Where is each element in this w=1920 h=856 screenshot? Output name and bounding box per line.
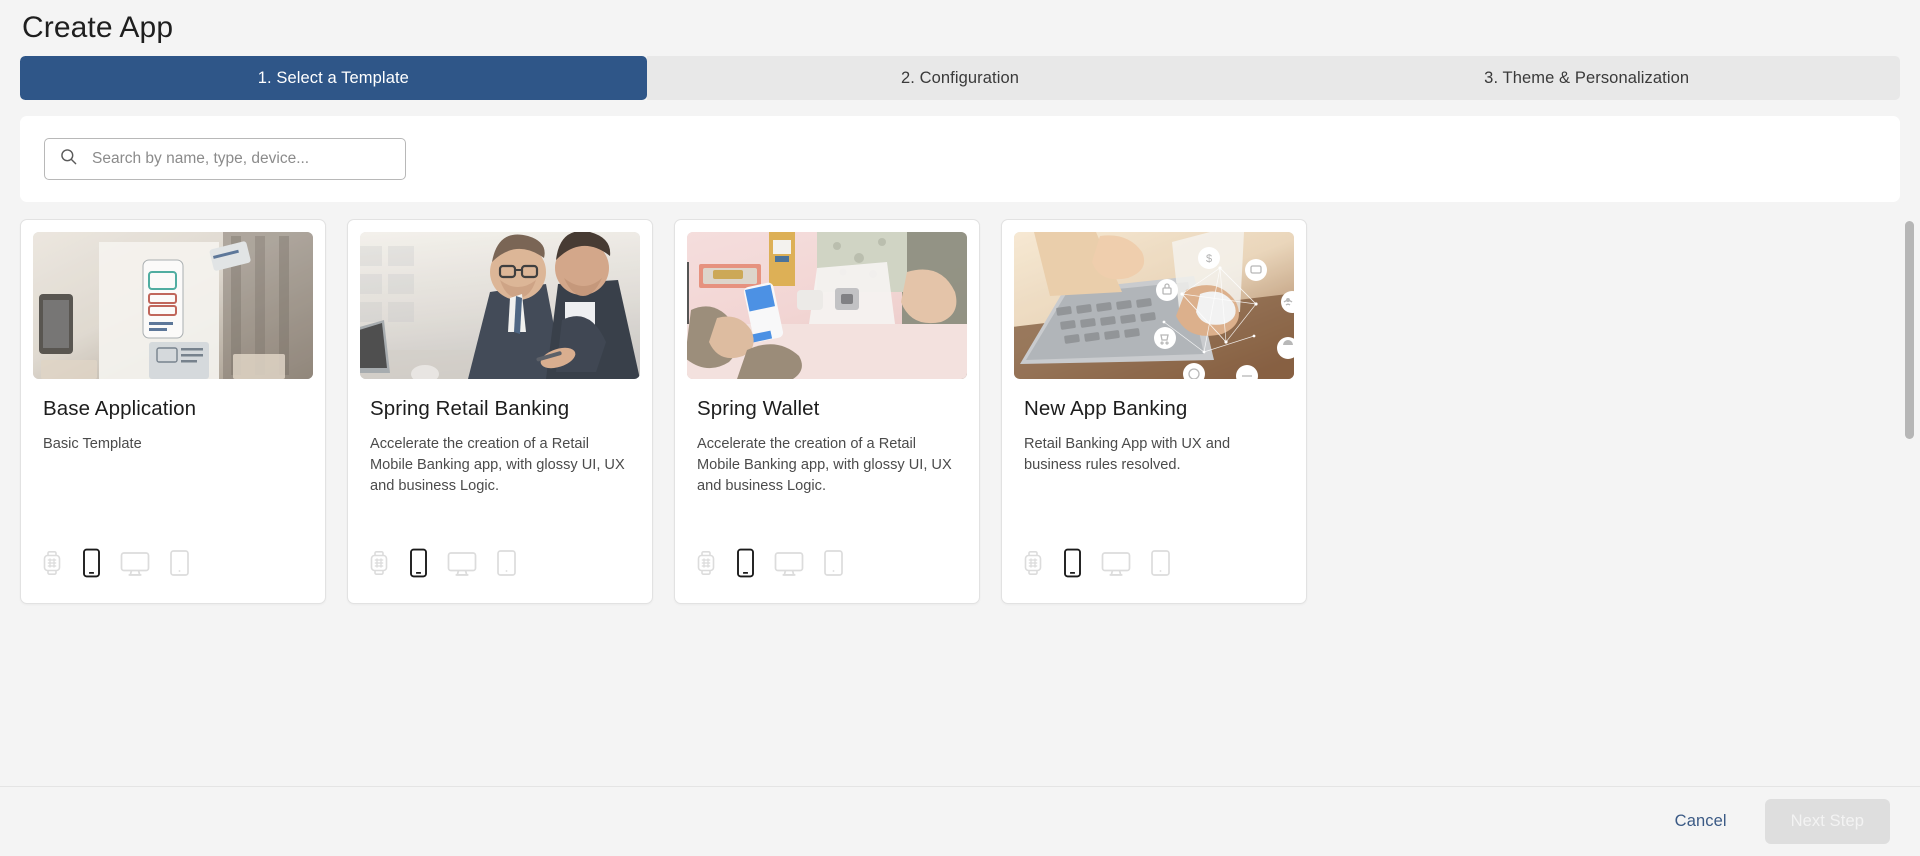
tab-label: 2. Configuration xyxy=(900,68,1020,87)
wizard-footer: Cancel Next Step xyxy=(0,786,1920,856)
smartwatch-icon xyxy=(41,550,63,581)
search-input[interactable] xyxy=(90,149,395,169)
template-device-list xyxy=(687,548,967,603)
smartwatch-icon xyxy=(1022,550,1044,581)
tab-label: 3. Theme & Personalization xyxy=(1484,68,1690,87)
desktop-icon xyxy=(120,550,150,582)
tab-label: 1. Select a Template xyxy=(257,68,409,87)
template-thumbnail xyxy=(687,232,967,379)
template-card-body: Base Application Basic Template xyxy=(33,379,313,548)
page-title: Create App xyxy=(22,11,174,44)
phone-icon xyxy=(1063,548,1082,583)
template-title: Spring Retail Banking xyxy=(370,397,570,420)
template-thumbnail xyxy=(360,232,640,379)
template-thumbnail xyxy=(33,232,313,379)
template-device-list xyxy=(360,548,640,603)
search-box[interactable] xyxy=(44,138,406,180)
desktop-icon xyxy=(774,550,804,582)
desktop-icon xyxy=(1101,550,1131,582)
phone-icon xyxy=(82,548,101,583)
phone-icon xyxy=(409,548,428,583)
tab-theme-personalization[interactable]: 3. Theme & Personalization xyxy=(1273,56,1900,100)
template-card-spring-retail-banking[interactable]: Spring Retail Banking Accelerate the cre… xyxy=(347,219,653,604)
template-card-grid: Base Application Basic Template Spring R… xyxy=(20,219,1900,604)
page-header: Create App xyxy=(0,0,1920,56)
template-card-spring-wallet[interactable]: Spring Wallet Accelerate the creation of… xyxy=(674,219,980,604)
template-title: Base Application xyxy=(43,397,197,420)
wizard-stepper: 1. Select a Template 2. Configuration 3.… xyxy=(20,56,1900,100)
template-description: Retail Banking App with UX and business … xyxy=(1024,436,1231,473)
next-step-button[interactable]: Next Step xyxy=(1764,799,1890,844)
vertical-scrollbar-track[interactable] xyxy=(1903,219,1916,786)
template-description: Accelerate the creation of a Retail Mobi… xyxy=(697,436,952,494)
template-card-body: New App Banking Retail Banking App with … xyxy=(1014,379,1294,548)
template-device-list xyxy=(1014,548,1294,603)
desktop-icon xyxy=(447,550,477,582)
template-card-base-application[interactable]: Base Application Basic Template xyxy=(20,219,326,604)
template-card-body: Spring Retail Banking Accelerate the cre… xyxy=(360,379,640,548)
tablet-icon xyxy=(496,549,517,582)
template-scroll-region: Base Application Basic Template Spring R… xyxy=(0,219,1920,786)
template-device-list xyxy=(33,548,313,603)
cancel-button[interactable]: Cancel xyxy=(1659,802,1743,841)
tablet-icon xyxy=(823,549,844,582)
create-app-page: Create App 1. Select a Template 2. Confi… xyxy=(0,0,1920,856)
smartwatch-icon xyxy=(368,550,390,581)
template-title: Spring Wallet xyxy=(697,397,820,420)
template-thumbnail: $ xyxy=(1014,232,1294,379)
tab-configuration[interactable]: 2. Configuration xyxy=(646,56,1274,100)
phone-icon xyxy=(736,548,755,583)
search-panel xyxy=(20,116,1900,202)
vertical-scrollbar-thumb[interactable] xyxy=(1905,221,1914,439)
smartwatch-icon xyxy=(695,550,717,581)
template-card-new-app-banking[interactable]: $ New App Banking Retail Banking App wit… xyxy=(1001,219,1307,604)
search-icon xyxy=(59,147,78,171)
tab-select-a-template[interactable]: 1. Select a Template xyxy=(20,56,647,100)
template-title: New App Banking xyxy=(1024,397,1188,420)
tablet-icon xyxy=(169,549,190,582)
template-description: Basic Template xyxy=(43,436,142,452)
template-description: Accelerate the creation of a Retail Mobi… xyxy=(370,436,625,494)
tablet-icon xyxy=(1150,549,1171,582)
template-card-body: Spring Wallet Accelerate the creation of… xyxy=(687,379,967,548)
